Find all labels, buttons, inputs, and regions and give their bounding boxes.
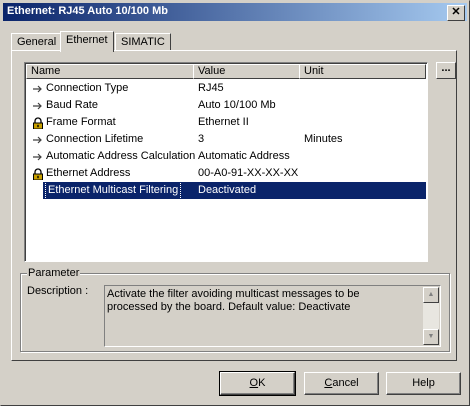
row-value: Auto 10/100 Mb — [198, 99, 276, 111]
arrow-pointer-icon — [33, 85, 42, 93]
close-icon: ✕ — [451, 6, 461, 18]
row-name: Connection Lifetime — [46, 133, 144, 145]
description-label: Description : — [27, 285, 89, 297]
table-row[interactable]: Ethernet Multicast Filtering Deactivated — [26, 181, 426, 200]
row-unit: Minutes — [304, 133, 343, 145]
padlock-icon — [33, 117, 43, 129]
row-value: Automatic Address — [198, 150, 290, 162]
row-value: Ethernet II — [198, 116, 249, 128]
arrow-pointer-icon — [33, 102, 42, 110]
tab-general[interactable]: General — [11, 33, 63, 51]
description-scrollbar[interactable]: ▲ ▼ — [423, 287, 439, 345]
tab-simatic-label: SIMATIC — [121, 36, 165, 48]
close-button[interactable]: ✕ — [447, 5, 465, 21]
row-name: Ethernet Multicast Filtering — [44, 181, 182, 200]
tab-ethernet[interactable]: Ethernet — [60, 31, 114, 52]
row-name: Frame Format — [46, 116, 116, 128]
row-name: Connection Type — [46, 82, 129, 94]
property-list[interactable]: Name Value Unit Connection Type RJ45 Baud … — [24, 62, 428, 262]
tab-simatic[interactable]: SIMATIC — [115, 33, 171, 51]
title-bar[interactable]: Ethernet: RJ45 Auto 10/100 Mb ✕ — [3, 3, 467, 21]
row-value: Deactivated — [198, 184, 257, 196]
row-name: Ethernet Address — [46, 167, 131, 179]
row-name: Automatic Address Calculation — [46, 150, 196, 162]
ok-button[interactable]: OK — [219, 371, 296, 396]
description-box: Activate the filter avoiding multicast m… — [104, 285, 441, 347]
list-header: Name Value Unit — [26, 64, 426, 79]
table-row[interactable]: Baud Rate Auto 10/100 Mb — [26, 97, 426, 114]
tab-ethernet-label: Ethernet — [66, 34, 108, 46]
column-header-name[interactable]: Name — [26, 64, 194, 79]
tab-general-label: General — [17, 36, 57, 48]
ethernet-dialog: Ethernet: RJ45 Auto 10/100 Mb ✕ General … — [0, 0, 470, 406]
row-value: RJ45 — [198, 82, 224, 94]
column-header-value[interactable]: Value — [193, 64, 300, 79]
row-name: Baud Rate — [46, 99, 98, 111]
window-title: Ethernet: RJ45 Auto 10/100 Mb — [7, 5, 168, 17]
row-value: 00-A0-91-XX-XX-XX — [198, 167, 299, 179]
scroll-up-icon[interactable]: ▲ — [423, 287, 439, 303]
arrow-pointer-icon — [33, 153, 42, 161]
cancel-button[interactable]: Cancel — [304, 372, 379, 395]
ethernet-tab-panel: Name Value Unit Connection Type RJ45 Baud … — [11, 50, 457, 361]
table-row[interactable]: Automatic Address Calculation Automatic A… — [26, 148, 426, 165]
arrow-pointer-icon — [33, 136, 42, 144]
description-text: Activate the filter avoiding multicast m… — [107, 288, 360, 313]
parameter-group-label: Parameter — [27, 267, 81, 279]
parameter-group: Parameter Description : Activate the fil… — [20, 267, 450, 352]
cancel-label-post: ancel — [332, 377, 359, 389]
help-button[interactable]: Help — [386, 372, 461, 395]
table-row[interactable]: Frame Format Ethernet II — [26, 114, 426, 131]
ok-label-post: K — [258, 377, 266, 389]
table-row[interactable]: Connection Type RJ45 — [26, 80, 426, 97]
arrow-pointer-icon — [33, 187, 42, 195]
scroll-down-icon[interactable]: ▼ — [423, 329, 439, 345]
row-value: 3 — [198, 133, 205, 145]
column-header-unit[interactable]: Unit — [299, 64, 426, 79]
more-options-button[interactable]: ... — [436, 62, 456, 79]
table-row[interactable]: Ethernet Address 00-A0-91-XX-XX-XX — [26, 165, 426, 182]
ok-label-mnemonic: O — [249, 377, 259, 389]
table-row[interactable]: Connection Lifetime 3 Minutes — [26, 131, 426, 148]
padlock-icon — [33, 168, 43, 180]
